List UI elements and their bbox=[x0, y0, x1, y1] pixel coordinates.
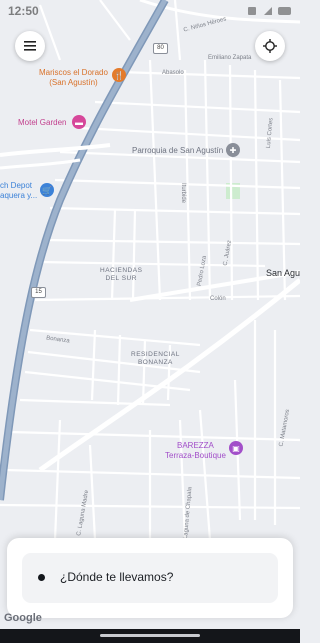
home-handle[interactable] bbox=[100, 634, 200, 637]
city-label: San Agu bbox=[266, 268, 301, 278]
street-label-abasolo: Abasolo bbox=[162, 70, 184, 76]
street-label-iturbide: Iturbide bbox=[180, 182, 187, 204]
status-bar: 12:50 bbox=[0, 0, 300, 22]
area-label-haciendas: HACIENDAS DEL SUR bbox=[100, 267, 143, 282]
street-label-colon: Colón bbox=[210, 296, 226, 302]
area-label-residencial: RESIDENCIAL BONANZA bbox=[131, 351, 180, 366]
system-nav-bar bbox=[0, 629, 300, 643]
google-attribution: Google bbox=[4, 612, 42, 624]
poi-label-depot[interactable]: ch Depot aquera y... bbox=[0, 181, 37, 201]
shopping-cart-icon[interactable]: 🛒 bbox=[40, 183, 54, 197]
hotel-icon[interactable]: ▬ bbox=[72, 115, 86, 129]
poi-label-barezza[interactable]: BAREZZA Terraza-Boutique bbox=[165, 441, 226, 461]
locate-icon bbox=[263, 39, 277, 53]
destination-placeholder: ¿Dónde te llevamos? bbox=[60, 570, 174, 584]
origin-dot-icon bbox=[38, 574, 45, 581]
menu-button[interactable] bbox=[15, 31, 45, 61]
locate-me-button[interactable] bbox=[255, 31, 285, 61]
status-time: 12:50 bbox=[8, 4, 39, 18]
poi-label-mariscos[interactable]: Mariscos el Dorado (San Agustín) bbox=[39, 68, 108, 88]
poi-label-parroquia[interactable]: Parroquia de San Agustín bbox=[132, 146, 223, 155]
highway-15-shield: 15 bbox=[31, 287, 46, 298]
destination-search-box[interactable]: ¿Dónde te llevamos? bbox=[22, 553, 278, 603]
destination-sheet: ¿Dónde te llevamos? bbox=[7, 538, 293, 618]
highway-80-shield: 80 bbox=[153, 43, 168, 54]
poi-label-motel[interactable]: Motel Garden bbox=[18, 118, 66, 127]
restaurant-icon[interactable]: 🍴 bbox=[112, 68, 126, 82]
menu-icon bbox=[24, 41, 36, 51]
church-icon[interactable]: ✚ bbox=[226, 143, 240, 157]
shop-bag-icon[interactable]: ▣ bbox=[229, 441, 243, 455]
status-icons bbox=[248, 7, 291, 15]
street-label-zapata: Emiliano Zapata bbox=[208, 55, 252, 61]
